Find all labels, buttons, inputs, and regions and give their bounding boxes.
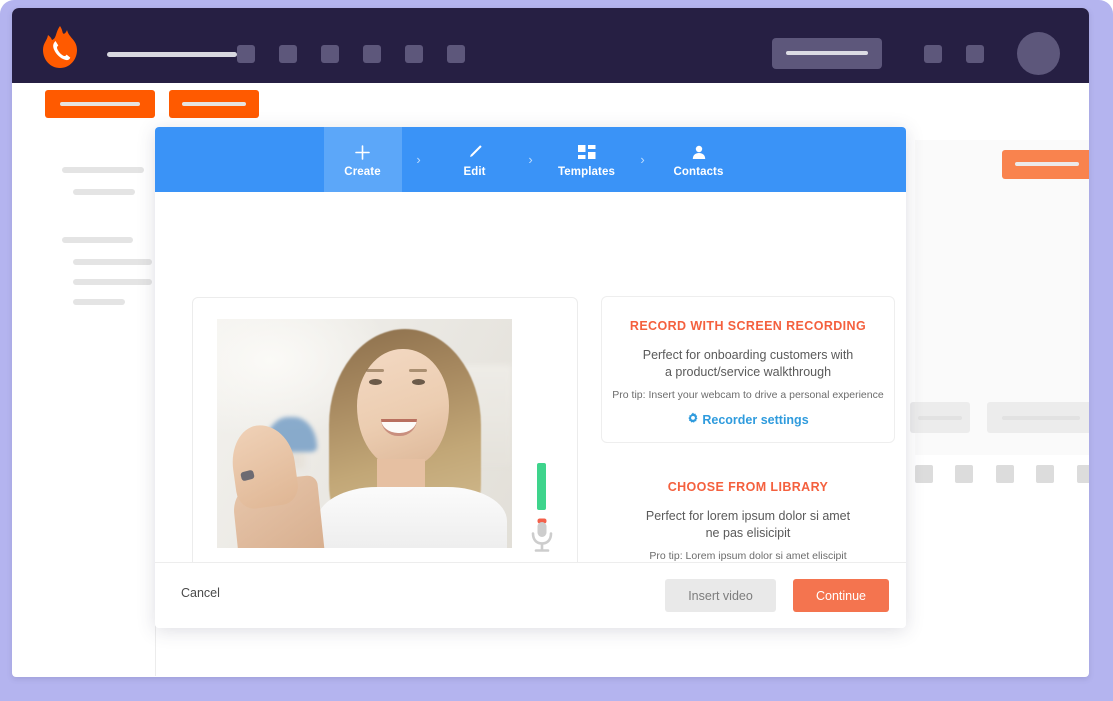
wizard-step-label: Templates	[558, 166, 615, 178]
gear-icon	[687, 412, 699, 427]
bg-sidebar-line	[62, 237, 133, 243]
topbar-nav-item-5[interactable]	[405, 45, 423, 63]
bg-tag-button-2[interactable]	[169, 90, 259, 118]
card-tip: Pro tip: Insert your webcam to drive a p…	[612, 389, 884, 401]
bg-bottom-square-1[interactable]	[915, 465, 933, 483]
flame-phone-logo-icon[interactable]	[38, 26, 82, 68]
bg-sidebar-line	[73, 259, 152, 265]
webcam-preview[interactable]	[217, 319, 512, 548]
card-description: Perfect for onboarding customers with a …	[602, 347, 894, 381]
bg-chip-1[interactable]	[910, 402, 970, 433]
plus-icon	[354, 141, 371, 163]
card-description-line: ne pas elisicipit	[705, 526, 791, 540]
create-video-modal: Create › Edit › Templates › Contacts REC…	[155, 127, 906, 628]
card-tip: Pro tip: Lorem ipsum dolor si amet elisc…	[649, 550, 847, 562]
topbar-nav-item-4[interactable]	[363, 45, 381, 63]
choose-library-card: CHOOSE FROM LIBRARY Perfect for lorem ip…	[601, 458, 895, 588]
bg-sidebar-line	[73, 189, 135, 195]
microphone-icon[interactable]	[528, 518, 556, 556]
wizard-step-label: Create	[344, 166, 381, 178]
continue-button[interactable]: Continue	[793, 579, 889, 612]
wizard-step-edit[interactable]: Edit	[436, 127, 514, 192]
bg-bottom-square-2[interactable]	[955, 465, 973, 483]
recorder-settings-label: Recorder settings	[702, 412, 809, 427]
topbar-nav-item-3[interactable]	[321, 45, 339, 63]
topbar-nav-item-2[interactable]	[279, 45, 297, 63]
card-title: CHOOSE FROM LIBRARY	[667, 480, 829, 494]
mic-level-meter	[527, 463, 557, 558]
pencil-icon	[466, 141, 484, 163]
recorder-settings-link[interactable]: Recorder settings	[687, 412, 809, 427]
mic-level-bar	[537, 463, 546, 510]
topbar-nav-item-1[interactable]	[237, 45, 255, 63]
modal-footer: Cancel Insert video Continue	[155, 562, 906, 628]
search-input[interactable]	[772, 38, 882, 69]
bg-bottom-square-3[interactable]	[996, 465, 1014, 483]
wizard-step-create[interactable]: Create	[323, 127, 402, 192]
wizard-separator-icon: ›	[640, 152, 645, 167]
browser-window: Create › Edit › Templates › Contacts REC…	[12, 8, 1089, 677]
bg-bottom-square-4[interactable]	[1036, 465, 1054, 483]
bg-tag-button-1[interactable]	[45, 90, 155, 118]
topbar-action-2[interactable]	[966, 45, 984, 63]
wizard-step-contacts[interactable]: Contacts	[660, 127, 738, 192]
card-description-line: Perfect for onboarding customers with	[642, 348, 854, 362]
modal-body: START RECORDING RECORD WITH SCREEN RECOR…	[155, 192, 906, 602]
bg-chip-2[interactable]	[987, 402, 1089, 433]
wizard-separator-icon: ›	[528, 152, 533, 167]
avatar[interactable]	[1017, 32, 1060, 75]
person-icon	[691, 141, 707, 163]
card-description-line: Perfect for lorem ipsum dolor si amet	[645, 509, 851, 523]
bg-sidebar-line	[73, 279, 152, 285]
insert-video-button[interactable]: Insert video	[665, 579, 776, 612]
cancel-button[interactable]: Cancel	[181, 586, 220, 600]
topbar-nav-item-6[interactable]	[447, 45, 465, 63]
wizard-step-templates[interactable]: Templates	[548, 127, 626, 192]
bg-bottom-square-5[interactable]	[1077, 465, 1089, 483]
screen-recording-card: RECORD WITH SCREEN RECORDING Perfect for…	[601, 296, 895, 443]
app-topbar	[12, 8, 1089, 83]
bg-sidebar-line	[62, 167, 144, 173]
wizard-steps: Create › Edit › Templates › Contacts	[155, 127, 906, 192]
webcam-preview-card: START RECORDING	[192, 297, 578, 602]
bg-card-cta[interactable]	[1002, 150, 1089, 179]
wizard-step-label: Contacts	[673, 166, 724, 178]
bg-sidebar-line	[73, 299, 125, 305]
wizard-step-label: Edit	[463, 166, 486, 178]
topbar-brand-placeholder	[107, 52, 237, 57]
card-title: RECORD WITH SCREEN RECORDING	[629, 319, 867, 333]
wizard-separator-icon: ›	[416, 152, 421, 167]
viewport-frame: Create › Edit › Templates › Contacts REC…	[0, 0, 1113, 701]
grid-icon	[577, 141, 597, 163]
card-description: Perfect for lorem ipsum dolor si amet ne…	[601, 508, 895, 542]
card-description-line: a product/service walkthrough	[664, 365, 832, 379]
topbar-action-1[interactable]	[924, 45, 942, 63]
